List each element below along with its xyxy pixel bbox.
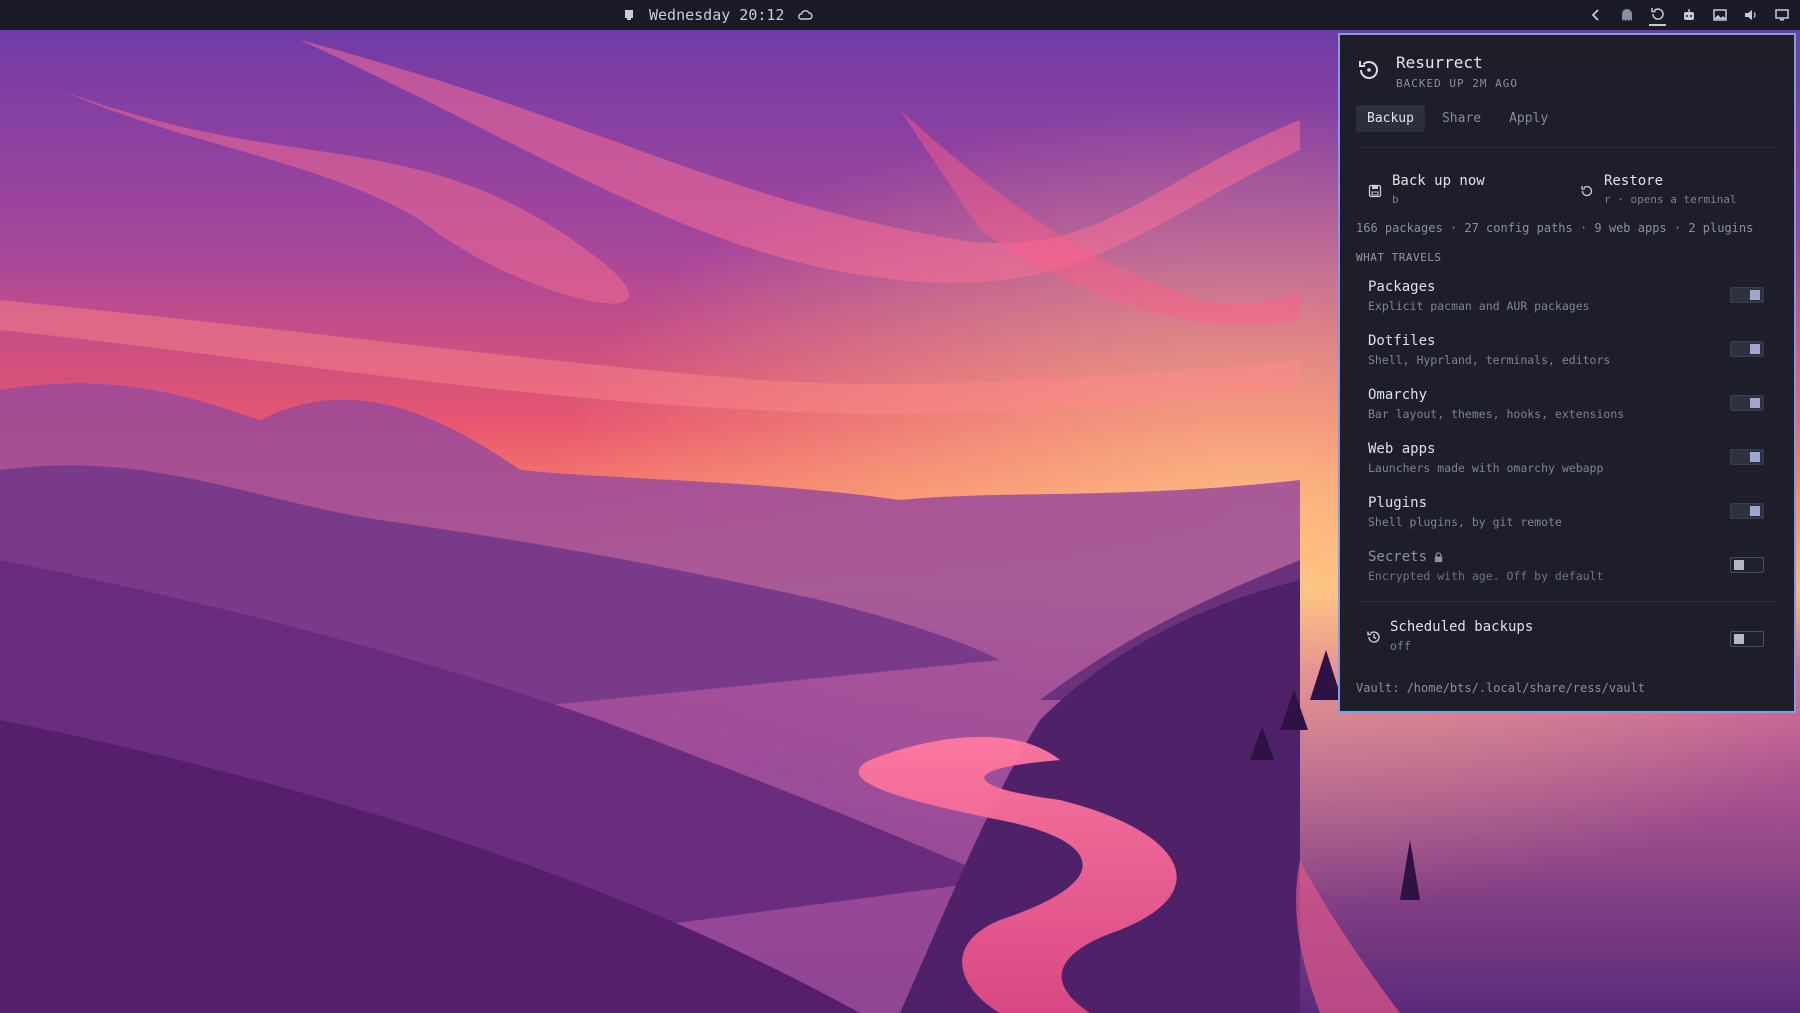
section-title: WHAT TRAVELS <box>1356 251 1442 264</box>
restore-label: Restore <box>1604 173 1664 189</box>
item-secrets[interactable]: Secrets Encrypted with age. Off by defau… <box>1356 545 1780 599</box>
scheduled-backups-toggle[interactable] <box>1730 631 1764 647</box>
toggle-knob <box>1750 506 1760 516</box>
scheduled-backups-row[interactable]: Scheduled backups off <box>1356 615 1780 665</box>
toggle-knob <box>1734 634 1744 644</box>
tab-backup[interactable]: Backup <box>1356 105 1425 132</box>
panel-tabs: Backup Share Apply <box>1356 105 1559 132</box>
divider <box>1356 601 1780 602</box>
bot-icon[interactable] <box>1680 7 1697 24</box>
item-desc: Explicit pacman and AUR packages <box>1368 299 1590 313</box>
clock[interactable]: Wednesday 20:12 <box>649 6 784 24</box>
item-desc: Shell plugins, by git remote <box>1368 515 1562 529</box>
item-packages[interactable]: Packages Explicit pacman and AUR package… <box>1356 275 1780 329</box>
panel-actions: Back up now b Restore r · opens a termin… <box>1356 167 1780 212</box>
item-desc: Bar layout, themes, hooks, extensions <box>1368 407 1625 421</box>
secrets-toggle[interactable] <box>1730 557 1764 573</box>
item-label-row: Secrets <box>1368 545 1780 565</box>
tab-share[interactable]: Share <box>1431 105 1492 132</box>
scheduled-backups-label: Scheduled backups <box>1390 619 1534 635</box>
toggle-knob <box>1750 452 1760 462</box>
display-icon[interactable] <box>1773 7 1790 24</box>
item-omarchy[interactable]: Omarchy Bar layout, themes, hooks, exten… <box>1356 383 1780 437</box>
window-icon[interactable] <box>620 7 637 24</box>
item-desc: Encrypted with age. Off by default <box>1368 569 1604 583</box>
vault-path: Vault: /home/bts/.local/share/ress/vault <box>1356 681 1645 695</box>
back-up-now-button[interactable]: Back up now b <box>1356 167 1568 212</box>
screenshot-icon[interactable] <box>1711 7 1728 24</box>
system-tray <box>1587 0 1790 30</box>
history-icon <box>1367 631 1380 643</box>
chevron-left-icon[interactable] <box>1587 7 1604 24</box>
lock-icon <box>1434 551 1443 562</box>
toggle-knob <box>1750 398 1760 408</box>
toggle-knob <box>1750 290 1760 300</box>
item-label: Dotfiles <box>1368 333 1436 349</box>
restore-button[interactable]: Restore r · opens a terminal <box>1568 167 1780 212</box>
plugins-toggle[interactable] <box>1730 503 1764 519</box>
panel-title: Resurrect <box>1396 53 1483 72</box>
tab-apply[interactable]: Apply <box>1498 105 1559 132</box>
item-label: Omarchy <box>1368 387 1428 403</box>
web-apps-toggle[interactable] <box>1730 449 1764 465</box>
item-desc: Shell, Hyprland, terminals, editors <box>1368 353 1611 367</box>
restore-icon <box>1581 185 1593 197</box>
toggle-knob <box>1734 560 1744 570</box>
travel-items-list: Packages Explicit pacman and AUR package… <box>1356 275 1780 599</box>
ghost-icon[interactable] <box>1618 7 1635 24</box>
scheduled-backups-status: off <box>1390 639 1411 653</box>
packages-toggle[interactable] <box>1730 287 1764 303</box>
item-label: Packages <box>1368 279 1436 295</box>
resurrect-icon[interactable] <box>1649 5 1666 26</box>
panel-header: Resurrect BACKED UP 2M AGO <box>1356 51 1518 90</box>
restore-hint: r · opens a terminal <box>1604 193 1737 206</box>
resurrect-panel: Resurrect BACKED UP 2M AGO Backup Share … <box>1338 33 1796 713</box>
back-up-now-label: Back up now <box>1392 173 1485 189</box>
resurrect-icon <box>1356 51 1382 87</box>
item-label: Secrets <box>1368 549 1428 565</box>
item-dotfiles[interactable]: Dotfiles Shell, Hyprland, terminals, edi… <box>1356 329 1780 383</box>
top-bar: Wednesday 20:12 <box>0 0 1800 30</box>
volume-icon[interactable] <box>1742 7 1759 24</box>
item-desc: Launchers made with omarchy webapp <box>1368 461 1604 475</box>
item-plugins[interactable]: Plugins Shell plugins, by git remote <box>1356 491 1780 545</box>
item-web-apps[interactable]: Web apps Launchers made with omarchy web… <box>1356 437 1780 491</box>
omarchy-toggle[interactable] <box>1730 395 1764 411</box>
dotfiles-toggle[interactable] <box>1730 341 1764 357</box>
divider <box>1356 147 1780 148</box>
top-bar-center: Wednesday 20:12 <box>620 0 813 30</box>
cloud-icon[interactable] <box>796 7 813 24</box>
item-label: Plugins <box>1368 495 1428 511</box>
toggle-knob <box>1750 344 1760 354</box>
backup-status: BACKED UP 2M AGO <box>1396 77 1518 90</box>
item-label: Web apps <box>1368 441 1436 457</box>
back-up-now-hint: b <box>1392 193 1399 206</box>
backup-stats: 166 packages · 27 config paths · 9 web a… <box>1356 221 1754 235</box>
save-icon <box>1368 184 1382 198</box>
